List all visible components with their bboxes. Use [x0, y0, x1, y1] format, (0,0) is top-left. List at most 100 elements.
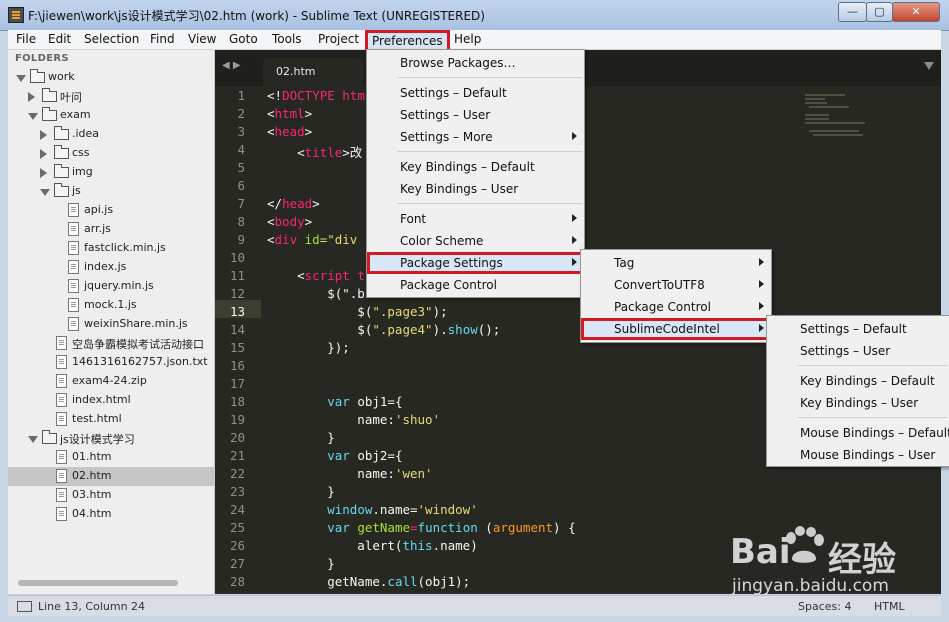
maximize-button[interactable]: ▢ [866, 2, 893, 22]
code-line[interactable]: window.name='window' [267, 502, 478, 517]
menu-edit[interactable]: Edit [48, 32, 71, 46]
tree-file[interactable]: mock.1.js [8, 296, 214, 315]
collapse-arrow-icon[interactable] [40, 168, 47, 178]
code-line[interactable]: var obj2={ [267, 448, 402, 463]
minimize-button[interactable]: — [838, 2, 867, 22]
tab-nav-arrows[interactable]: ◀ ▶ [222, 60, 241, 71]
menu-file[interactable]: File [16, 32, 36, 46]
code-line[interactable]: name:'wen' [267, 466, 432, 481]
package-settings-item[interactable]: Package Control [581, 296, 771, 318]
expand-arrow-icon[interactable] [16, 75, 26, 82]
tab-dropdown-icon[interactable] [924, 62, 934, 70]
preferences-menu-item[interactable]: Settings – More [367, 126, 584, 148]
code-line[interactable]: <html> [267, 106, 312, 121]
code-line[interactable]: <!DOCTYPE htm [267, 88, 365, 103]
tree-folder[interactable]: exam [8, 106, 214, 125]
code-line[interactable]: } [267, 430, 335, 445]
tree-folder[interactable]: work [8, 68, 214, 87]
code-line[interactable]: $(".page3"); [267, 304, 447, 319]
code-line[interactable]: getName.call(obj1); [267, 574, 470, 589]
tree-folder[interactable]: js [8, 182, 214, 201]
menu-help[interactable]: Help [454, 32, 481, 46]
codeintel-item[interactable]: Settings – User [767, 340, 949, 362]
tree-file[interactable]: fastclick.min.js [8, 239, 214, 258]
status-spaces[interactable]: Spaces: 4 [798, 600, 851, 613]
status-syntax[interactable]: HTML [874, 600, 905, 613]
preferences-menu-item[interactable]: Color Scheme [367, 230, 584, 252]
preferences-menu-item[interactable]: Key Bindings – Default [367, 156, 584, 178]
tree-file[interactable]: 03.htm [8, 486, 214, 505]
tree-file[interactable]: 04.htm [8, 505, 214, 524]
code-line[interactable]: } [267, 484, 335, 499]
code-line[interactable]: var obj1={ [267, 394, 402, 409]
tree-file[interactable]: 02.htm [8, 467, 214, 486]
package-settings-item[interactable]: SublimeCodeIntel [581, 318, 771, 340]
preferences-menu-item[interactable]: Font [367, 208, 584, 230]
tree-file[interactable]: weixinShare.min.js [8, 315, 214, 334]
preferences-menu-item[interactable]: Settings – User [367, 104, 584, 126]
tree-file[interactable]: index.html [8, 391, 214, 410]
tree-file[interactable]: api.js [8, 201, 214, 220]
preferences-menu-item[interactable]: Key Bindings – User [367, 178, 584, 200]
folder-icon [42, 430, 57, 444]
code-line[interactable]: </head> [267, 196, 320, 211]
expand-arrow-icon[interactable] [28, 436, 38, 443]
close-button[interactable]: ✕ [892, 2, 940, 22]
expand-arrow-icon[interactable] [28, 113, 38, 120]
tree-folder[interactable]: js设计模式学习 [8, 429, 214, 448]
tree-file[interactable]: jquery.min.js [8, 277, 214, 296]
tab-02-htm[interactable]: 02.htm [263, 58, 363, 86]
tree-file[interactable]: 1461316162757.json.txt [8, 353, 214, 372]
menu-view[interactable]: View [188, 32, 216, 46]
expand-arrow-icon[interactable] [40, 189, 50, 196]
codeintel-item[interactable]: Settings – Default [767, 318, 949, 340]
tree-file[interactable]: 空岛争霸模拟考试活动接口 [8, 334, 214, 353]
tree-file[interactable]: arr.js [8, 220, 214, 239]
preferences-menu-item[interactable]: Settings – Default [367, 82, 584, 104]
menu-selection[interactable]: Selection [84, 32, 139, 46]
code-line[interactable]: }); [267, 340, 350, 355]
code-token: getName. [267, 574, 388, 589]
codeintel-item[interactable]: Key Bindings – User [767, 392, 949, 414]
code-line[interactable]: } [267, 556, 335, 571]
code-line[interactable]: <head> [267, 124, 312, 139]
package-settings-item[interactable]: Tag [581, 252, 771, 274]
tree-folder[interactable]: css [8, 144, 214, 163]
codeintel-item[interactable]: Mouse Bindings – User [767, 444, 949, 466]
code-line[interactable]: <script t [267, 268, 365, 283]
menu-find[interactable]: Find [150, 32, 175, 46]
panel-toggle-icon[interactable] [17, 601, 32, 612]
menu-tools[interactable]: Tools [272, 32, 302, 46]
code-line[interactable]: var getName=function (argument) { [267, 520, 575, 535]
codeintel-item[interactable]: Mouse Bindings – Default [767, 422, 949, 444]
collapse-arrow-icon[interactable] [40, 130, 47, 140]
codeintel-item[interactable]: Key Bindings – Default [767, 370, 949, 392]
line-number: 13 [229, 304, 245, 319]
package-settings-item[interactable]: ConvertToUTF8 [581, 274, 771, 296]
code-line[interactable]: name:'shuo' [267, 412, 440, 427]
tree-file[interactable]: index.js [8, 258, 214, 277]
code-line[interactable]: <div id="div [267, 232, 357, 247]
code-line[interactable]: $(".page4").show(); [267, 322, 500, 337]
code-line[interactable]: alert(this.name) [267, 538, 477, 553]
line-number: 26 [229, 538, 245, 553]
code-line[interactable]: <title>改 [267, 142, 362, 161]
code-line[interactable]: $(".b [267, 286, 365, 301]
collapse-arrow-icon[interactable] [28, 92, 35, 102]
tree-file[interactable]: test.html [8, 410, 214, 429]
code-line[interactable]: <body> [267, 214, 312, 229]
menu-goto[interactable]: Goto [229, 32, 258, 46]
line-number: 24 [229, 502, 245, 517]
menu-project[interactable]: Project [318, 32, 359, 46]
preferences-menu-item[interactable]: Browse Packages… [367, 52, 584, 74]
preferences-menu-item[interactable]: Package Settings [367, 252, 584, 274]
tree-file[interactable]: exam4-24.zip [8, 372, 214, 391]
preferences-menu-item[interactable]: Package Control [367, 274, 584, 296]
tree-folder[interactable]: 叶问 [8, 87, 214, 106]
tree-folder[interactable]: img [8, 163, 214, 182]
sidebar-scrollbar[interactable] [18, 580, 178, 586]
submenu-arrow-icon [572, 236, 577, 244]
tree-folder[interactable]: .idea [8, 125, 214, 144]
collapse-arrow-icon[interactable] [40, 149, 47, 159]
tree-file[interactable]: 01.htm [8, 448, 214, 467]
